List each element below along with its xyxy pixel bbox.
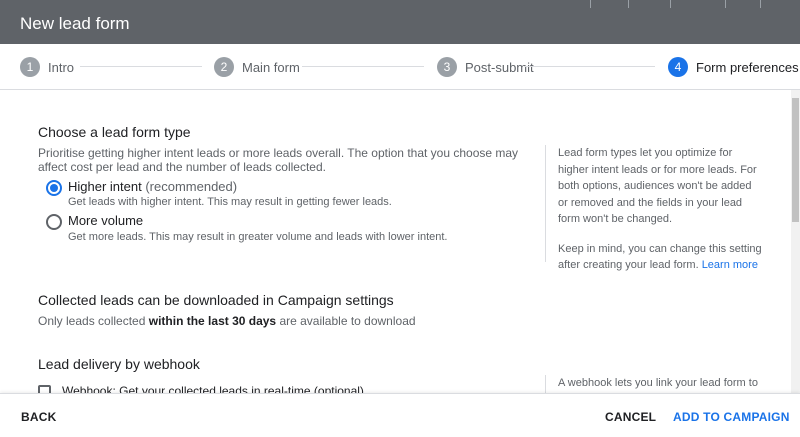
webhook-help-text: A webhook lets you link your lead form t… bbox=[558, 377, 758, 389]
webhook-help: A webhook lets you link your lead form t… bbox=[545, 375, 763, 393]
step-label: Intro bbox=[48, 59, 75, 75]
collected-leads-heading: Collected leads can be downloaded in Cam… bbox=[38, 292, 394, 308]
scrollbar-thumb[interactable] bbox=[792, 98, 799, 222]
content-scrollbar[interactable] bbox=[791, 90, 800, 393]
collected-leads-text-start: Only leads collected bbox=[38, 314, 149, 328]
collected-leads-text: Only leads collected within the last 30 … bbox=[38, 314, 416, 328]
step-connector bbox=[80, 66, 202, 67]
collected-leads-period: within the last 30 days bbox=[148, 314, 277, 328]
step-number: 4 bbox=[668, 57, 688, 77]
stepper: 1 Intro 2 Main form 3 Post-submit 4 Form… bbox=[0, 44, 800, 90]
learn-more-link[interactable]: Learn more bbox=[702, 259, 758, 271]
back-button[interactable]: BACK bbox=[21, 410, 56, 424]
dialog-footer: BACK CANCEL ADD TO CAMPAIGN bbox=[0, 393, 800, 437]
recommended-tag: (recommended) bbox=[145, 179, 238, 194]
more-volume-radio[interactable] bbox=[46, 214, 62, 230]
step-connector bbox=[302, 66, 424, 67]
step-number: 3 bbox=[437, 57, 457, 77]
cancel-button[interactable]: CANCEL bbox=[605, 410, 656, 424]
webhook-checkbox[interactable] bbox=[38, 385, 51, 393]
lead-form-type-help: Lead form types let you optimize for hig… bbox=[545, 145, 763, 271]
collected-leads-text-end: are available to download bbox=[276, 314, 416, 328]
step-form-preferences[interactable]: 4 Form preferences bbox=[668, 57, 799, 77]
higher-intent-radio[interactable] bbox=[46, 180, 62, 196]
step-label: Post-submit bbox=[465, 59, 534, 75]
dialog-content: Choose a lead form type Prioritise getti… bbox=[0, 90, 791, 393]
step-number: 2 bbox=[214, 57, 234, 77]
step-main-form[interactable]: 2 Main form bbox=[214, 57, 300, 77]
step-number: 1 bbox=[20, 57, 40, 77]
more-volume-label[interactable]: More volume bbox=[68, 213, 143, 228]
step-connector bbox=[525, 66, 655, 67]
help-text: Lead form types let you optimize for hig… bbox=[558, 147, 757, 225]
step-intro[interactable]: 1 Intro bbox=[20, 57, 74, 77]
webhook-checkbox-label[interactable]: Webhook: Get your collected leads in rea… bbox=[62, 384, 364, 393]
dialog-title-bar: New lead form bbox=[0, 0, 800, 44]
background-window-edge bbox=[550, 0, 800, 14]
lead-form-type-heading: Choose a lead form type bbox=[38, 124, 191, 140]
higher-intent-description: Get leads with higher intent. This may r… bbox=[68, 196, 392, 208]
step-post-submit[interactable]: 3 Post-submit bbox=[437, 57, 534, 77]
step-label: Form preferences bbox=[696, 59, 799, 75]
higher-intent-label[interactable]: Higher intent (recommended) bbox=[68, 179, 237, 194]
dialog-title: New lead form bbox=[20, 14, 130, 33]
help-text-2: Keep in mind, you can change this settin… bbox=[558, 241, 763, 274]
webhook-heading: Lead delivery by webhook bbox=[38, 356, 200, 372]
more-volume-description: Get more leads. This may result in great… bbox=[68, 231, 448, 243]
add-to-campaign-button[interactable]: ADD TO CAMPAIGN bbox=[673, 410, 790, 424]
option-name: Higher intent bbox=[68, 179, 142, 194]
lead-form-type-description: Prioritise getting higher intent leads o… bbox=[38, 146, 519, 174]
step-label: Main form bbox=[242, 59, 300, 75]
option-name: More volume bbox=[68, 213, 144, 228]
